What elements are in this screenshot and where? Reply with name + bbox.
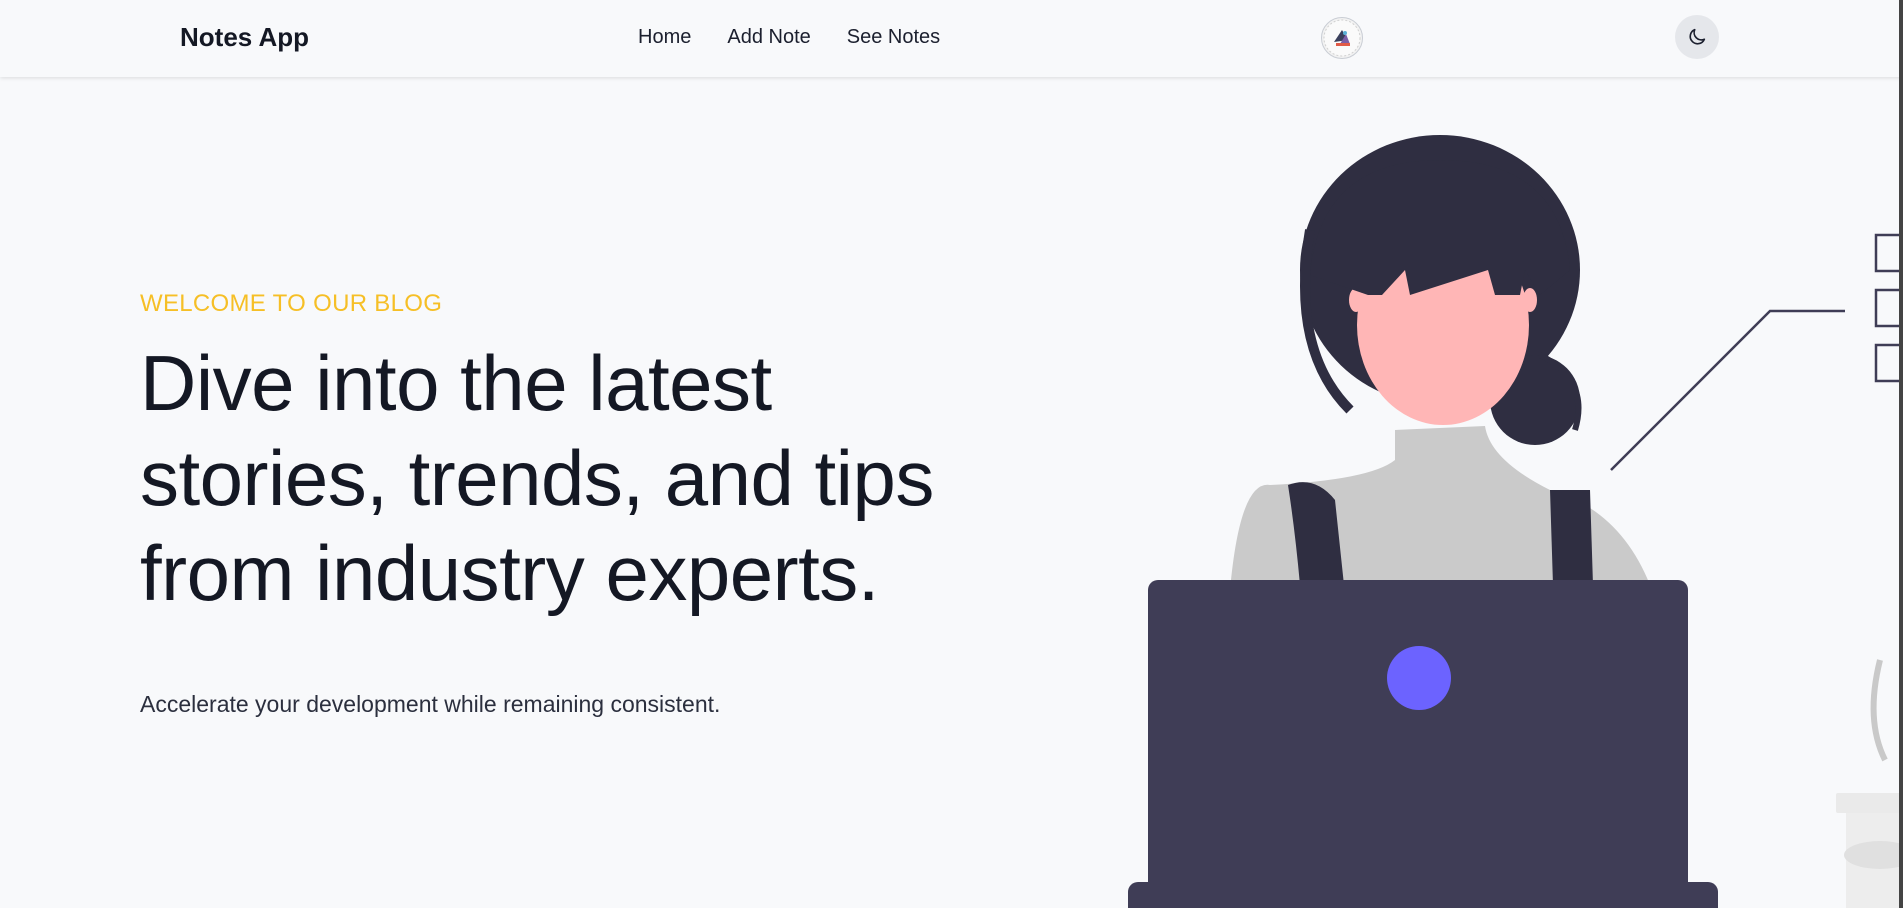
nav-link-add-note[interactable]: Add Note [727,26,810,49]
nav-link-home[interactable]: Home [638,26,691,49]
hero-subtext: Accelerate your development while remain… [140,691,721,717]
hero-headline: Dive into the latest stories, trends, an… [140,339,934,617]
callout-line [1610,309,1845,471]
hero-eyebrow: WELCOME TO OUR BLOG [140,290,443,317]
laptop-logo [1387,646,1451,710]
hero-illustration [1128,135,1903,908]
ear-right [1523,288,1537,312]
hero-section: WELCOME TO OUR BLOG Dive into the latest… [140,290,1040,718]
nav-links: Home Add Note See Notes [638,26,940,49]
laptop-base [1128,882,1718,908]
user-avatar[interactable] [1321,17,1363,59]
brand-logo-text[interactable]: Notes App [180,22,309,53]
strap-right [1550,490,1593,585]
pot-rim [1836,793,1903,813]
scrollbar[interactable] [1899,0,1903,908]
theme-toggle-button[interactable] [1675,15,1719,59]
navbar: Notes App Home Add Note See Notes [0,0,1903,77]
moon-icon [1689,28,1706,45]
laptop-screen [1148,580,1688,908]
avatar-icon [1323,19,1361,57]
nav-link-see-notes[interactable]: See Notes [847,26,940,49]
plant-leaf [1870,659,1888,762]
